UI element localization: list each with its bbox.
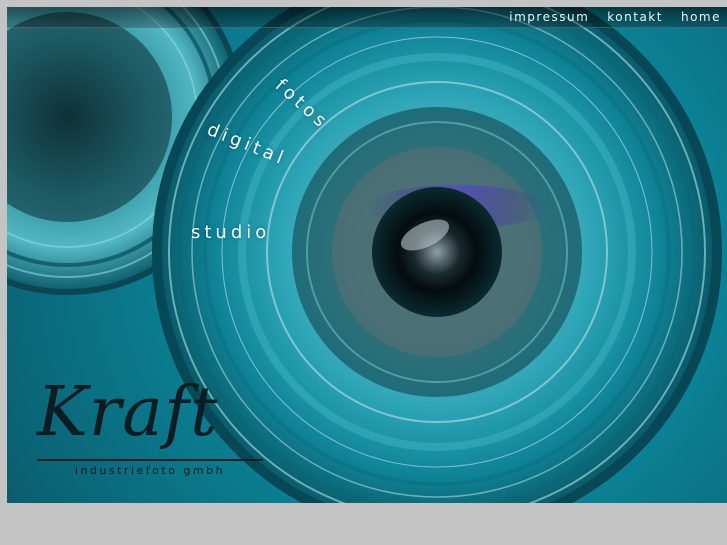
- page: impressum kontakt home fotos digital stu…: [0, 0, 727, 545]
- top-nav: impressum kontakt home: [509, 10, 721, 24]
- company-logo: Kraft industriefoto gmbh: [37, 379, 263, 477]
- logo-wordmark: Kraft: [37, 373, 219, 452]
- hero-word-studio: studio: [191, 222, 271, 243]
- logo-divider: [37, 459, 263, 461]
- nav-link-kontakt[interactable]: kontakt: [607, 10, 663, 24]
- top-nav-bar: impressum kontakt home: [7, 7, 727, 28]
- hero-lens-image: impressum kontakt home fotos digital stu…: [7, 7, 727, 503]
- nav-link-impressum[interactable]: impressum: [509, 10, 589, 24]
- nav-link-home[interactable]: home: [681, 10, 721, 24]
- logo-tagline: industriefoto gmbh: [74, 464, 226, 477]
